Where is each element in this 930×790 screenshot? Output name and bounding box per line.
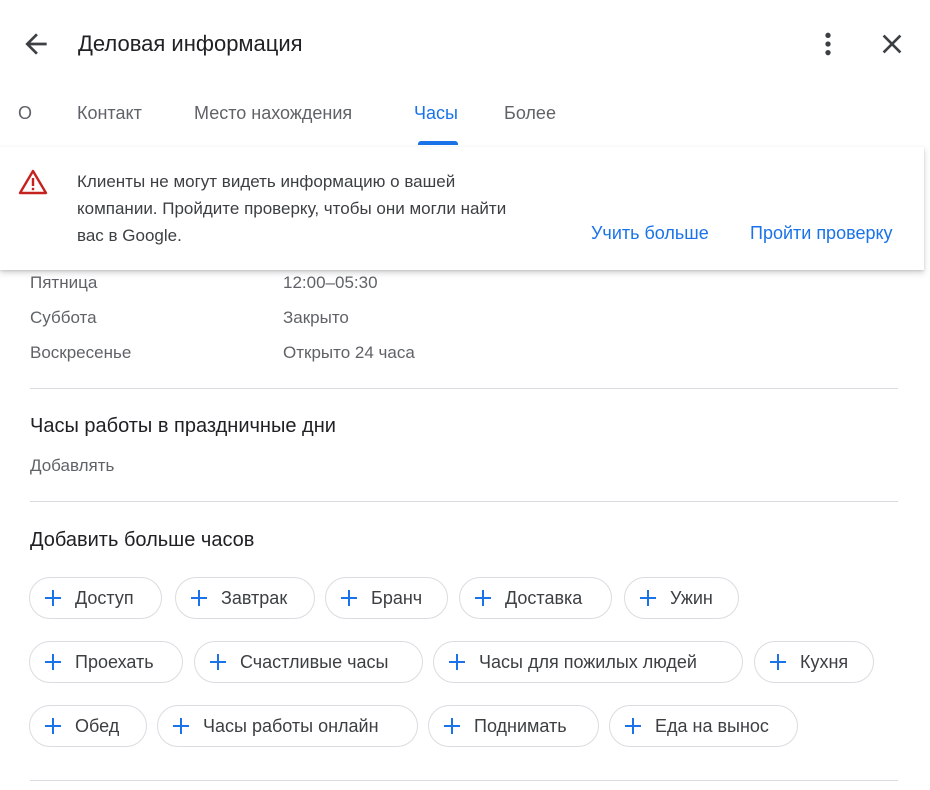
verification-banner: Клиенты не могут видеть информацию о ваш… [0, 147, 924, 270]
chip-label: Доступ [75, 587, 134, 608]
plus-icon [341, 590, 357, 606]
chip-senior-hours[interactable]: Часы для пожилых людей [433, 641, 743, 683]
chip-happy-hours[interactable]: Счастливые часы [194, 641, 423, 683]
plus-icon [45, 590, 61, 606]
chip-pickup[interactable]: Поднимать [428, 705, 599, 747]
plus-icon [640, 590, 656, 606]
tab-about[interactable]: О [18, 103, 32, 124]
plus-icon [210, 654, 226, 670]
chip-delivery[interactable]: Доставка [459, 577, 612, 619]
plus-icon [625, 718, 641, 734]
chip-label: Еда на вынос [655, 715, 769, 736]
arrow-back-icon [25, 33, 47, 55]
dialog-header: Деловая информация [0, 0, 930, 90]
chip-label: Проехать [75, 651, 154, 672]
chip-label: Часы для пожилых людей [479, 651, 697, 672]
chip-label: Ужин [670, 587, 713, 608]
divider [30, 388, 898, 389]
hours-day-sunday: Воскресенье [30, 343, 132, 362]
tab-more[interactable]: Более [504, 103, 556, 124]
plus-icon [191, 590, 207, 606]
active-tab-indicator [418, 141, 458, 145]
chip-label: Бранч [371, 587, 423, 608]
tab-bar: О Контакт Место нахождения Часы Более [0, 90, 930, 146]
plus-icon [449, 654, 465, 670]
divider [30, 501, 898, 502]
close-button[interactable] [876, 28, 908, 60]
plus-icon [475, 590, 491, 606]
close-icon [882, 34, 902, 54]
verify-button[interactable]: Пройти проверку [750, 223, 893, 244]
chip-brunch[interactable]: Бранч [325, 577, 448, 619]
warning-icon [18, 169, 48, 195]
holiday-hours-title: Часы работы в праздничные дни [30, 415, 336, 437]
hours-day-friday: Пятница [30, 273, 98, 292]
learn-more-button[interactable]: Учить больше [591, 223, 709, 244]
more-hours-title: Добавить больше часов [30, 529, 255, 551]
chip-access[interactable]: Доступ [29, 577, 162, 619]
chip-lunch[interactable]: Обед [29, 705, 147, 747]
chip-takeout[interactable]: Еда на вынос [609, 705, 798, 747]
divider [30, 780, 898, 781]
page-title: Деловая информация [78, 31, 303, 56]
plus-icon [45, 654, 61, 670]
tab-hours[interactable]: Часы [414, 103, 458, 124]
chip-dinner[interactable]: Ужин [624, 577, 739, 619]
chip-kitchen[interactable]: Кухня [754, 641, 874, 683]
hours-day-saturday: Суббота [30, 308, 97, 327]
chip-drive-through[interactable]: Проехать [29, 641, 183, 683]
chip-label: Завтрак [221, 587, 288, 608]
banner-message: Клиенты не могут видеть информацию о ваш… [77, 172, 507, 245]
hours-value-saturday: Закрыто [283, 308, 349, 327]
chip-label: Обед [75, 715, 120, 736]
plus-icon [770, 654, 786, 670]
chip-label: Часы работы онлайн [203, 715, 379, 736]
plus-icon [173, 718, 189, 734]
more-vert-icon [825, 32, 831, 56]
chip-online-hours[interactable]: Часы работы онлайн [157, 705, 418, 747]
tab-location[interactable]: Место нахождения [194, 103, 352, 124]
tab-contact[interactable]: Контакт [77, 103, 142, 124]
chip-label: Доставка [505, 587, 583, 608]
more-options-button[interactable] [812, 28, 844, 60]
chip-label: Поднимать [474, 715, 567, 736]
chip-label: Счастливые часы [240, 651, 389, 672]
chip-breakfast[interactable]: Завтрак [175, 577, 315, 619]
hours-value-sunday: Открыто 24 часа [283, 343, 415, 362]
back-button[interactable] [20, 28, 52, 60]
plus-icon [444, 718, 460, 734]
chip-label: Кухня [800, 651, 849, 672]
add-holiday-hours-link[interactable]: Добавлять [30, 456, 114, 476]
hours-value-friday: 12:00–05:30 [283, 273, 378, 292]
plus-icon [45, 718, 61, 734]
